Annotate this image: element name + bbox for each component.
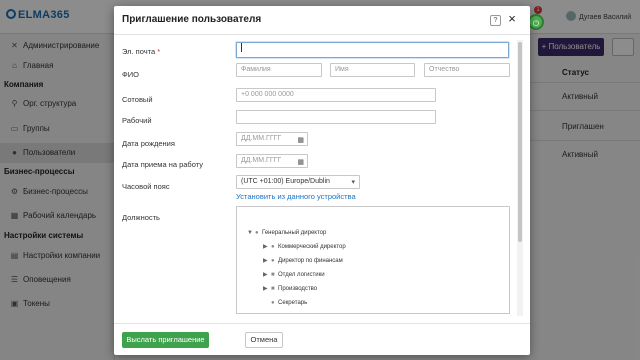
email-label-text: Эл. почта xyxy=(122,47,156,56)
work-phone-field[interactable] xyxy=(236,110,436,124)
cancel-button[interactable]: Отмена xyxy=(245,332,283,348)
person-icon: ● xyxy=(271,244,275,250)
hire-date-field[interactable]: ДД.ММ.ГГГГ ▦ xyxy=(236,154,308,168)
expand-toggle-icon[interactable]: ▶ xyxy=(263,257,271,266)
divider xyxy=(114,34,530,35)
timezone-label: Часовой пояс xyxy=(122,182,170,191)
person-icon: ● xyxy=(271,258,275,264)
calendar-icon[interactable]: ▦ xyxy=(297,135,304,145)
patronymic-field[interactable]: Отчество xyxy=(424,63,510,77)
person-icon: ● xyxy=(271,300,275,306)
surname-field[interactable]: Фамилия xyxy=(236,63,322,77)
invite-user-dialog: Приглашение пользователя ? × Эл. почта *… xyxy=(114,6,530,355)
set-from-device-link[interactable]: Установить из данного устройства xyxy=(236,192,356,201)
tree-node-label: Производство xyxy=(278,286,318,292)
dialog-title: Приглашение пользователя xyxy=(122,14,262,25)
tree-node[interactable]: ▶ ■ Отдел логистики xyxy=(263,271,325,280)
dialog-scrollbar[interactable] xyxy=(517,40,523,316)
collapse-toggle-icon[interactable]: ▼ xyxy=(247,229,255,238)
mobile-label: Сотовый xyxy=(122,95,153,104)
birth-date-label: Дата рождения xyxy=(122,139,175,148)
send-invite-button[interactable]: Выслать приглашение xyxy=(122,332,209,348)
close-button[interactable]: × xyxy=(506,12,518,26)
email-label: Эл. почта * xyxy=(122,47,160,56)
hire-date-label: Дата приема на работу xyxy=(122,160,204,169)
position-label: Должность xyxy=(122,213,160,222)
chevron-down-icon: ▾ xyxy=(351,179,355,186)
required-mark: * xyxy=(157,47,161,56)
text-caret xyxy=(241,43,242,52)
expand-toggle-icon[interactable]: ▶ xyxy=(263,285,271,294)
birth-date-field[interactable]: ДД.ММ.ГГГГ ▦ xyxy=(236,132,308,146)
tree-node[interactable]: ▼ ● Генеральный директор xyxy=(247,229,326,238)
fio-label: ФИО xyxy=(122,70,139,79)
power-icon[interactable]: ⏻ xyxy=(528,14,544,30)
tree-node-label: Отдел логистики xyxy=(278,272,325,278)
email-field[interactable] xyxy=(236,42,509,58)
dialog-footer: Выслать приглашение Отмена xyxy=(114,323,530,355)
work-phone-label: Рабочий xyxy=(122,116,152,125)
help-button[interactable]: ? xyxy=(490,15,501,26)
position-search-field[interactable] xyxy=(236,206,510,222)
tree-node-label: Коммерческий директор xyxy=(278,244,346,250)
folder-icon: ■ xyxy=(271,286,275,292)
timezone-value: (UTC +01:00) Europe/Dublin xyxy=(241,178,330,185)
person-icon: ● xyxy=(255,230,259,236)
tree-node-label: Директор по финансам xyxy=(278,258,343,264)
first-name-field[interactable]: Имя xyxy=(330,63,415,77)
hire-date-placeholder: ДД.ММ.ГГГГ xyxy=(241,157,282,164)
tree-node[interactable]: ▶ ● Директор по финансам xyxy=(263,257,343,266)
tree-node[interactable]: ▶ ■ Производство xyxy=(263,285,317,294)
scrollbar-thumb[interactable] xyxy=(518,42,522,242)
tree-node-label: Секретарь xyxy=(278,300,308,306)
tree-node[interactable]: ● Секретарь xyxy=(263,299,307,308)
expand-toggle-icon[interactable]: ▶ xyxy=(263,243,271,252)
birth-date-placeholder: ДД.ММ.ГГГГ xyxy=(241,135,282,142)
expand-toggle-icon[interactable]: ▶ xyxy=(263,271,271,280)
calendar-icon[interactable]: ▦ xyxy=(297,157,304,167)
tree-node[interactable]: ▶ ● Коммерческий директор xyxy=(263,243,346,252)
mobile-phone-field[interactable]: +0 000 000 0000 xyxy=(236,88,436,102)
position-tree: ▼ ● Генеральный директор ▶ ● Коммерческий ди… xyxy=(236,221,510,314)
folder-icon: ■ xyxy=(271,272,275,278)
timezone-select[interactable]: (UTC +01:00) Europe/Dublin ▾ xyxy=(236,175,360,189)
tree-node-label: Генеральный директор xyxy=(262,230,327,236)
